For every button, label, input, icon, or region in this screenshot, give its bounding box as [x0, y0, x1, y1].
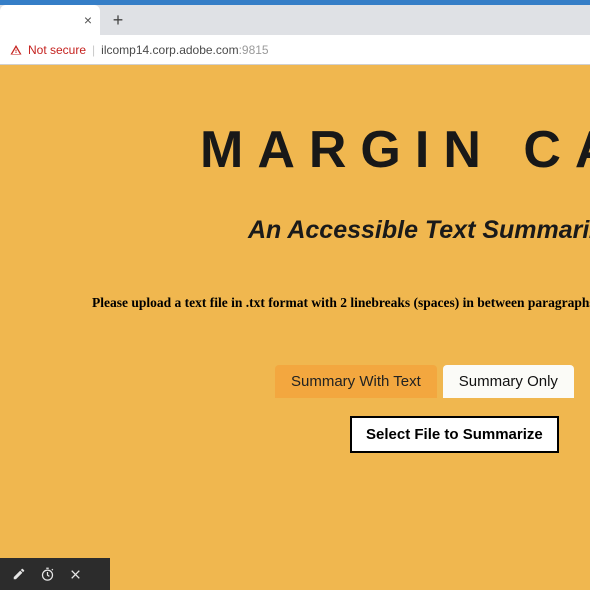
browser-tab[interactable]: × [0, 5, 100, 35]
address-bar[interactable]: Not secure | ilcomp14.corp.adobe.com:981… [0, 35, 590, 65]
url-host: ilcomp14.corp.adobe.com [101, 43, 238, 57]
page-content: MARGIN CALL An Accessible Text Summarize… [0, 65, 590, 590]
stopwatch-icon[interactable] [40, 567, 55, 582]
upload-instruction: Please upload a text file in .txt format… [92, 295, 590, 311]
url-display: ilcomp14.corp.adobe.com:9815 [101, 43, 268, 57]
tab-summary-only[interactable]: Summary Only [443, 365, 574, 398]
page-subtitle: An Accessible Text Summarizer [248, 216, 590, 245]
select-file-button[interactable]: Select File to Summarize [350, 416, 559, 453]
pencil-icon[interactable] [12, 567, 26, 581]
new-tab-button[interactable]: + [106, 8, 130, 32]
security-status: Not secure [28, 43, 86, 57]
recording-toolbar [0, 558, 110, 590]
browser-tab-strip: × + [0, 5, 590, 35]
warning-icon [10, 44, 22, 56]
address-divider: | [92, 43, 95, 57]
url-port: :9815 [239, 43, 269, 57]
close-icon[interactable]: × [84, 12, 92, 28]
summary-mode-tabs: Summary With Text Summary Only [275, 365, 590, 398]
tab-summary-with-text[interactable]: Summary With Text [275, 365, 437, 398]
close-icon[interactable] [69, 568, 82, 581]
page-title: MARGIN CALL [200, 120, 590, 180]
